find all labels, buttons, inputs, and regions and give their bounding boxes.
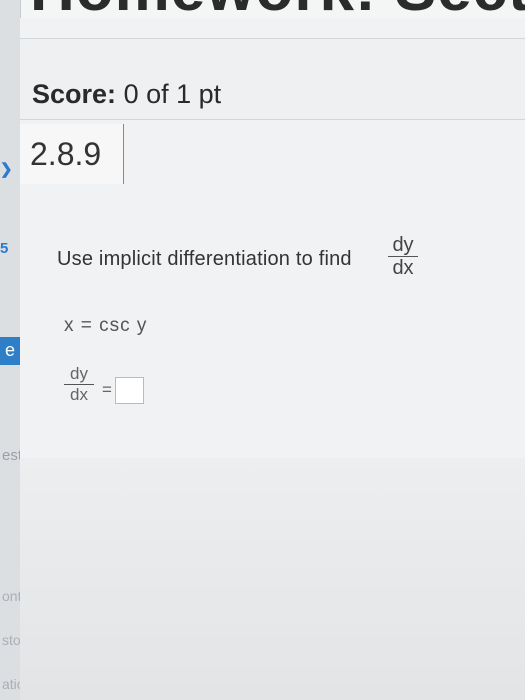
score-bar: Score: 0 of 1 pt bbox=[20, 38, 525, 120]
page-title: Homework: Section bbox=[30, 0, 525, 18]
question-prompt: Use implicit differentiation to find bbox=[57, 248, 352, 270]
answer-fraction: dy dx bbox=[64, 364, 94, 405]
answer-denominator: dx bbox=[70, 385, 88, 404]
find-denominator: dx bbox=[392, 257, 414, 279]
question-number: 2.8.9 bbox=[30, 136, 102, 172]
answer-numerator: dy bbox=[70, 364, 88, 383]
equals-sign: = bbox=[102, 380, 112, 399]
question-panel: Score: 0 of 1 pt 2.8.9 Use implicit diff… bbox=[20, 18, 525, 700]
score-value: 0 of 1 pt bbox=[123, 79, 222, 109]
sidebar-item-test[interactable]: est bbox=[2, 447, 22, 464]
answer-input[interactable] bbox=[115, 377, 144, 404]
score-label: Score: bbox=[32, 79, 117, 109]
score-display: Score: 0 of 1 pt bbox=[32, 79, 221, 110]
page-header: Homework: Section bbox=[0, 0, 525, 18]
find-fraction: dy dx bbox=[388, 234, 418, 279]
find-numerator: dy bbox=[392, 234, 414, 256]
question-number-box: 2.8.9 bbox=[20, 124, 124, 184]
sidebar-arrow-icon[interactable]: ❯ bbox=[0, 160, 13, 178]
sidebar-tab-e[interactable]: e bbox=[0, 337, 20, 365]
given-equation: x = csc y bbox=[64, 315, 148, 336]
sidebar-marker-icon: 5 bbox=[0, 240, 9, 257]
left-sidebar: ❯ 5 e est onte stor atio bbox=[0, 0, 29, 700]
panel-lower-area bbox=[20, 458, 525, 700]
